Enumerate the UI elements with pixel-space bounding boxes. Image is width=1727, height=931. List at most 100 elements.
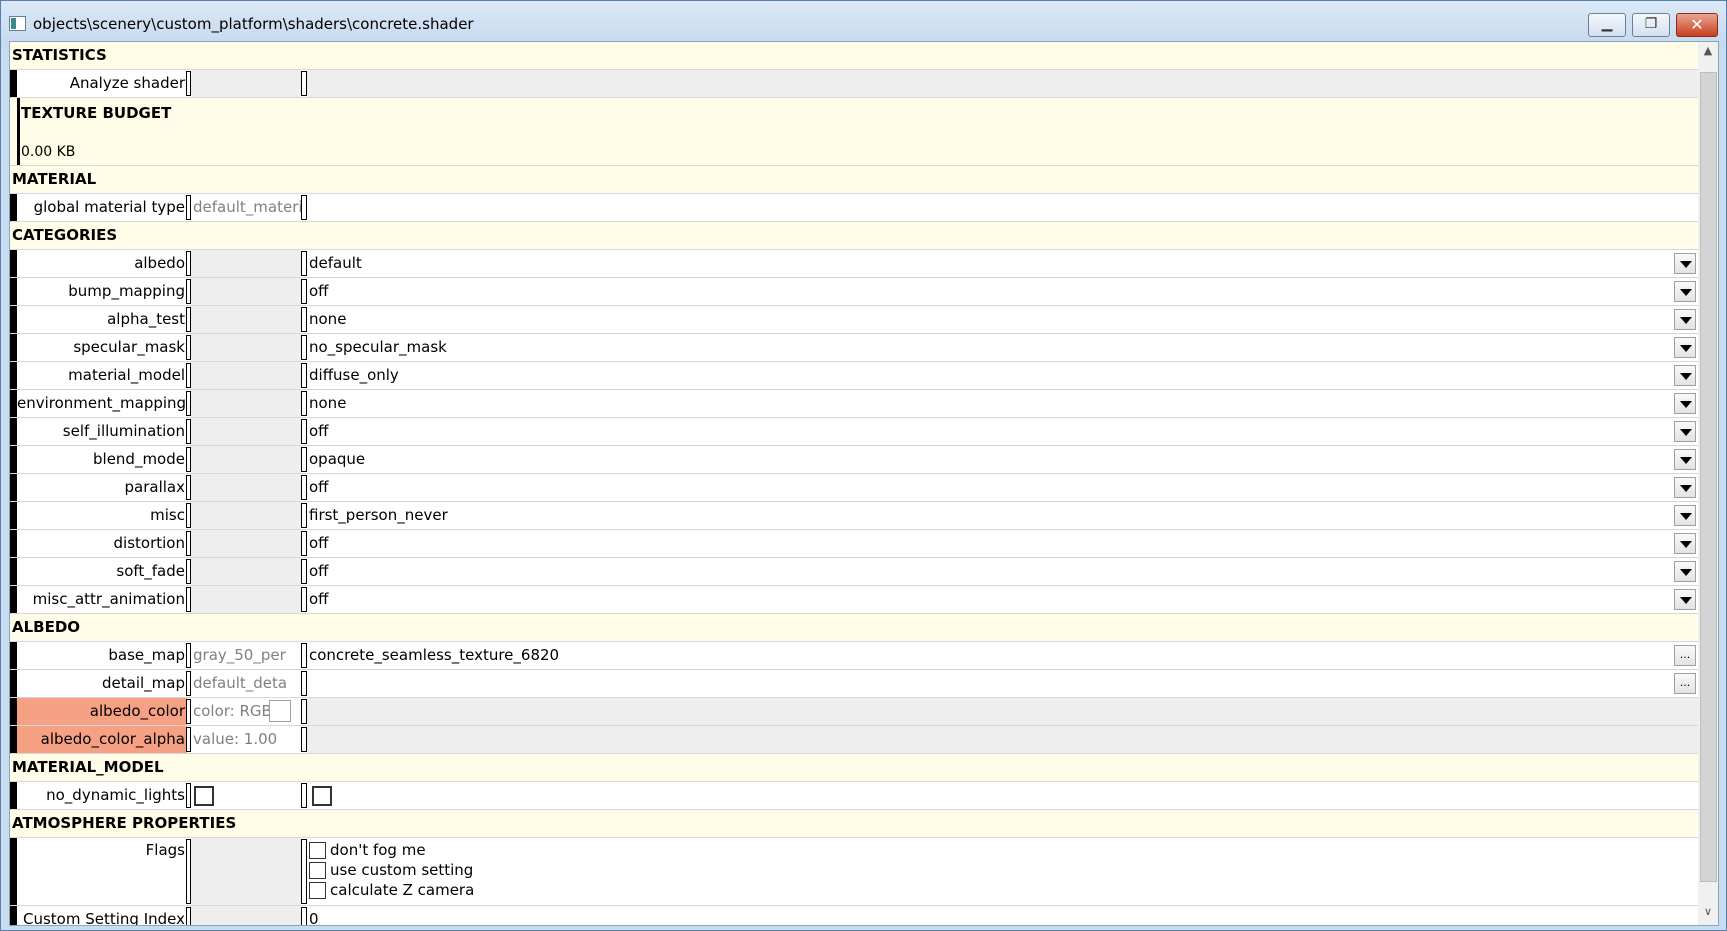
- row-marker: [10, 70, 17, 97]
- row-marker: [10, 558, 17, 585]
- browse-button[interactable]: ...: [1674, 673, 1696, 694]
- dropdown-arrow-icon[interactable]: [1674, 365, 1696, 386]
- category-label: soft_fade: [17, 558, 187, 585]
- dropdown-arrow-icon[interactable]: [1674, 449, 1696, 470]
- browse-button[interactable]: ...: [1674, 645, 1696, 666]
- category-default: [191, 586, 301, 613]
- category-label: bump_mapping: [17, 278, 187, 305]
- detail-map-label: detail_map: [17, 670, 187, 697]
- custom-setting-index-input[interactable]: 0: [307, 906, 1698, 925]
- category-label: material_model: [17, 362, 187, 389]
- row-marker: [10, 278, 17, 305]
- dropdown-arrow-icon[interactable]: [1674, 477, 1696, 498]
- flag-dont-fog-me[interactable]: don't fog me: [309, 841, 426, 861]
- base-map-field[interactable]: concrete_seamless_texture_6820...: [307, 642, 1698, 669]
- scroll-up-icon[interactable]: ▲: [1698, 44, 1718, 62]
- category-default: [191, 362, 301, 389]
- row-custom-setting-index: Custom Setting Index 0: [10, 906, 1698, 925]
- row-marker: [10, 306, 17, 333]
- category-default: [191, 446, 301, 473]
- dropdown-arrow-icon[interactable]: [1674, 309, 1696, 330]
- flag-checkbox[interactable]: [309, 882, 326, 899]
- row-marker: [10, 194, 17, 221]
- row-detail-map: detail_map default_deta ...: [10, 670, 1698, 698]
- row-base-map: base_map gray_50_per concrete_seamless_t…: [10, 642, 1698, 670]
- color-swatch[interactable]: [269, 700, 291, 722]
- row-marker: [10, 670, 17, 697]
- global-material-type-value: [307, 194, 1698, 221]
- global-material-type-input[interactable]: default_materia: [191, 194, 301, 221]
- category-value: opaque: [309, 450, 366, 468]
- category-dropdown[interactable]: off: [307, 558, 1698, 585]
- albedo-color-alpha-override: [307, 726, 1698, 753]
- maximize-button[interactable]: ❐: [1632, 13, 1670, 37]
- category-row: parallax off: [10, 474, 1698, 502]
- albedo-color-override: [307, 698, 1698, 725]
- row-no-dynamic-lights: no_dynamic_lights: [10, 782, 1698, 810]
- flag-calculate-z-camera[interactable]: calculate Z camera: [309, 881, 474, 901]
- vertical-scrollbar[interactable]: ▲ ∨: [1698, 42, 1718, 925]
- category-label: alpha_test: [17, 306, 187, 333]
- row-marker: [10, 334, 17, 361]
- close-button[interactable]: ✕: [1676, 13, 1718, 37]
- category-value: off: [309, 478, 329, 496]
- section-material: MATERIAL: [10, 166, 1698, 194]
- category-dropdown[interactable]: off: [307, 586, 1698, 613]
- category-dropdown[interactable]: first_person_never: [307, 502, 1698, 529]
- no-dynamic-lights-default-checkbox[interactable]: [194, 786, 214, 806]
- category-dropdown[interactable]: off: [307, 418, 1698, 445]
- row-marker: [10, 446, 17, 473]
- flags-default: [191, 838, 301, 905]
- category-value: first_person_never: [309, 506, 448, 524]
- dropdown-arrow-icon[interactable]: [1674, 589, 1696, 610]
- no-dynamic-lights-checkbox[interactable]: [312, 786, 332, 806]
- albedo-color-alpha-value[interactable]: value: 1.00: [191, 726, 301, 753]
- category-value: off: [309, 422, 329, 440]
- section-albedo: ALBEDO: [10, 614, 1698, 642]
- albedo-color-field[interactable]: color: RGB: [191, 698, 301, 725]
- dropdown-arrow-icon[interactable]: [1674, 505, 1696, 526]
- category-dropdown[interactable]: off: [307, 530, 1698, 557]
- category-dropdown[interactable]: opaque: [307, 446, 1698, 473]
- flag-checkbox[interactable]: [309, 862, 326, 879]
- flag-use-custom-setting[interactable]: use custom setting: [309, 861, 473, 881]
- category-dropdown[interactable]: off: [307, 278, 1698, 305]
- category-dropdown[interactable]: none: [307, 306, 1698, 333]
- category-dropdown[interactable]: off: [307, 474, 1698, 501]
- category-dropdown[interactable]: default: [307, 250, 1698, 277]
- dropdown-arrow-icon[interactable]: [1674, 253, 1696, 274]
- row-marker: [10, 530, 17, 557]
- no-dynamic-lights-default: [191, 782, 301, 809]
- category-row: soft_fade off: [10, 558, 1698, 586]
- row-marker: [10, 474, 17, 501]
- category-label: self_illumination: [17, 418, 187, 445]
- category-default: [191, 334, 301, 361]
- row-albedo-color-alpha: albedo_color_alpha value: 1.00: [10, 726, 1698, 754]
- analyze-shader-button[interactable]: [307, 70, 1698, 97]
- dropdown-arrow-icon[interactable]: [1674, 337, 1696, 358]
- category-row: self_illumination off: [10, 418, 1698, 446]
- dropdown-arrow-icon[interactable]: [1674, 533, 1696, 554]
- category-dropdown[interactable]: no_specular_mask: [307, 334, 1698, 361]
- scroll-down-icon[interactable]: ∨: [1698, 905, 1718, 923]
- row-marker: [10, 838, 17, 905]
- category-value: no_specular_mask: [309, 338, 447, 356]
- section-atmosphere: ATMOSPHERE PROPERTIES: [10, 810, 1698, 838]
- minimize-button[interactable]: ▁: [1588, 13, 1626, 37]
- category-value: none: [309, 394, 347, 412]
- category-dropdown[interactable]: none: [307, 390, 1698, 417]
- category-value: default: [309, 254, 362, 272]
- row-global-material-type: global material type default_materia: [10, 194, 1698, 222]
- scroll-thumb[interactable]: [1700, 72, 1717, 882]
- dropdown-arrow-icon[interactable]: [1674, 393, 1696, 414]
- category-label: environment_mapping: [17, 390, 187, 417]
- dropdown-arrow-icon[interactable]: [1674, 281, 1696, 302]
- category-dropdown[interactable]: diffuse_only: [307, 362, 1698, 389]
- dropdown-arrow-icon[interactable]: [1674, 421, 1696, 442]
- category-row: alpha_test none: [10, 306, 1698, 334]
- category-row: specular_mask no_specular_mask: [10, 334, 1698, 362]
- detail-map-field[interactable]: ...: [307, 670, 1698, 697]
- dropdown-arrow-icon[interactable]: [1674, 561, 1696, 582]
- category-default: [191, 306, 301, 333]
- flag-checkbox[interactable]: [309, 842, 326, 859]
